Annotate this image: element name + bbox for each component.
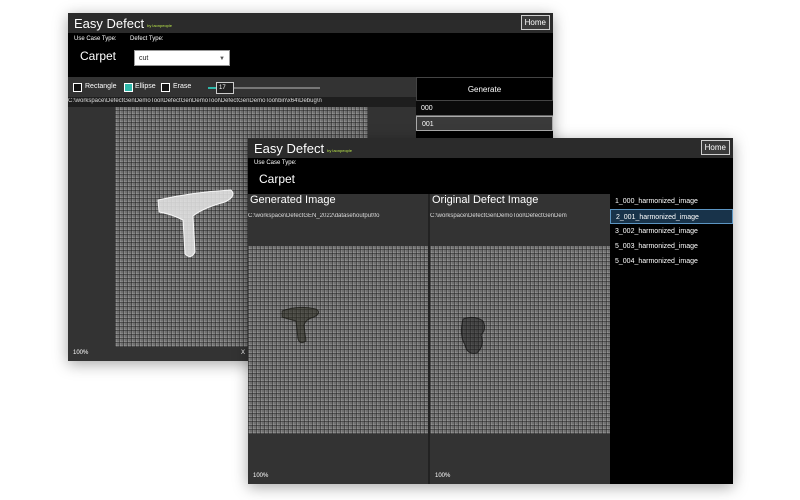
results-list: 1_000_harmonized_image 2_001_harmonized_… [610, 194, 733, 484]
header-panel: Use Case Type: Carpet [248, 158, 733, 194]
erase-label: Erase [173, 83, 192, 90]
list-item-selected[interactable]: 2_001_harmonized_image [610, 209, 733, 224]
draw-toolbar: Rectangle Ellipse Erase 17 [68, 77, 416, 97]
list-item[interactable]: 5_004_harmonized_image [610, 254, 733, 269]
home-button[interactable]: Home [700, 140, 730, 155]
app-subtitle: by laonpeople [327, 148, 353, 153]
app-subtitle: by laonpeople [147, 23, 173, 28]
original-image-header: Original Defect Image [432, 194, 539, 206]
zoom-level-original: 100% [435, 473, 451, 479]
chevron-down-icon: ▼ [219, 56, 225, 62]
generated-image-header: Generated Image [250, 194, 336, 206]
title-bar: Easy Defect by laonpeople Home [68, 13, 553, 33]
use-case-value: Carpet [80, 49, 117, 63]
rectangle-checkbox[interactable] [73, 83, 82, 92]
rectangle-label: Rectangle [85, 83, 117, 90]
use-case-value: Carpet [259, 172, 296, 186]
use-case-label: Use Case Type: [254, 160, 297, 166]
ellipse-checkbox[interactable] [124, 83, 133, 92]
easy-defect-window-front: Easy Defect by laonpeople Home Use Case T… [248, 138, 733, 484]
defect-type-value: cut [139, 55, 149, 62]
ellipse-label: Ellipse [135, 83, 156, 90]
defect-type-dropdown[interactable]: cut ▼ [134, 50, 230, 66]
title-bar: Easy Defect by laonpeople Home [248, 138, 733, 158]
original-defect-shape [460, 316, 486, 354]
list-item[interactable]: 3_002_harmonized_image [610, 224, 733, 239]
defect-mask-shape [157, 189, 234, 258]
erase-checkbox[interactable] [161, 83, 170, 92]
brush-size-slider-fill [208, 87, 216, 89]
zoom-level: 100% [73, 350, 89, 356]
generated-defect-shape [281, 306, 320, 344]
zoom-level: 100% [253, 473, 269, 479]
app-title: Easy Defect by laonpeople [254, 141, 353, 156]
generated-path: C:\workspace\DefectGEN_2022\dataset\outp… [248, 213, 380, 219]
canvas-marker: X [241, 350, 246, 356]
generate-button[interactable]: Generate [416, 77, 553, 101]
app-title: Easy Defect by laonpeople [74, 16, 173, 31]
generated-image [248, 246, 428, 434]
use-case-label: Use Case Type: [74, 36, 117, 42]
list-item[interactable]: 000 [416, 101, 553, 116]
defect-type-label: Defect Type: [130, 36, 164, 42]
input-path: C:\workspace\DefectGenDemoTool\DefectGen… [68, 98, 322, 104]
list-item[interactable]: 1_000_harmonized_image [610, 194, 733, 209]
brush-size-value[interactable]: 17 [216, 82, 234, 94]
list-item[interactable]: 5_003_harmonized_image [610, 239, 733, 254]
home-button[interactable]: Home [520, 15, 550, 30]
original-path: C:\workspace\DefectGenDemoTool\DefectGen… [430, 213, 567, 219]
list-item-selected[interactable]: 001 [416, 116, 553, 131]
